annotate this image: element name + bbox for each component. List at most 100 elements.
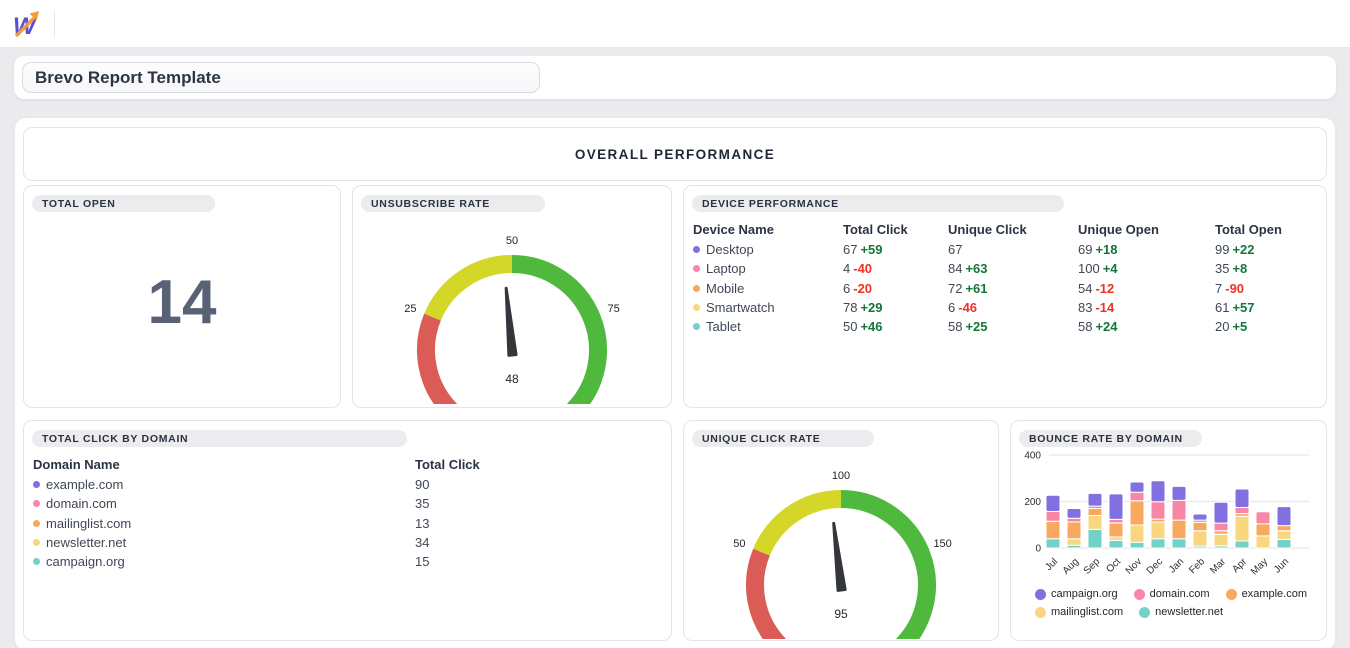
bar-segment xyxy=(1193,522,1207,530)
domain-value-cell: 35 xyxy=(415,496,662,511)
bar-segment xyxy=(1130,501,1144,525)
metric-delta: -20 xyxy=(853,281,872,296)
app-logo[interactable]: W xyxy=(10,7,46,41)
domain-dot-icon xyxy=(33,520,40,527)
device-table-row: Mobile6-2072+6154-127-90 xyxy=(684,279,1326,298)
legend-dot-icon xyxy=(1134,589,1145,600)
domain-name-cell: example.com xyxy=(33,477,415,492)
device-table-row: Desktop67+596769+1899+22 xyxy=(684,240,1326,259)
bar-segment xyxy=(1235,508,1249,514)
metric-value: 58 xyxy=(948,319,962,334)
domain-name: example.com xyxy=(46,477,123,492)
bar-segment xyxy=(1088,529,1102,548)
bar-segment xyxy=(1214,502,1228,523)
y-axis-tick-label: 400 xyxy=(1024,451,1041,462)
report-title-input[interactable]: Brevo Report Template xyxy=(22,62,540,93)
legend-item[interactable]: campaign.org xyxy=(1035,588,1118,600)
device-dot-icon xyxy=(693,265,700,272)
gauge-tick-label: 50 xyxy=(733,538,745,550)
legend-item[interactable]: newsletter.net xyxy=(1139,606,1223,618)
device-metric-cell: 54-12 xyxy=(1078,281,1215,296)
gauge-value-label: 48 xyxy=(505,372,519,386)
bar-segment xyxy=(1256,524,1270,536)
bar-segment xyxy=(1235,489,1249,508)
domain-value-cell: 15 xyxy=(415,554,662,569)
total-open-card-title-pill: TOTAL OPEN xyxy=(32,195,215,212)
domain-name: domain.com xyxy=(46,496,117,511)
bar-segment xyxy=(1214,523,1228,531)
device-metric-cell: 72+61 xyxy=(948,281,1078,296)
section-title: OVERALL PERFORMANCE xyxy=(575,147,775,162)
gauge-tick-label: 25 xyxy=(404,303,416,315)
metric-value: 15 xyxy=(415,554,429,569)
bar-segment xyxy=(1067,539,1081,546)
domain-value-cell: 34 xyxy=(415,535,662,550)
device-metric-cell: 83-14 xyxy=(1078,300,1215,315)
dashboard-container: OVERALL PERFORMANCE TOTAL OPEN 14 UNSUBS… xyxy=(14,117,1336,648)
device-dot-icon xyxy=(693,285,700,292)
device-name-cell: Tablet xyxy=(693,319,843,334)
bar-segment xyxy=(1151,502,1165,519)
y-axis-tick-label: 0 xyxy=(1035,544,1041,555)
x-axis-tick-label: Sep xyxy=(1082,556,1103,577)
metric-delta: +4 xyxy=(1103,261,1118,276)
device-table-row: Tablet50+4658+2558+2420+5 xyxy=(684,317,1326,336)
metric-delta: +63 xyxy=(965,261,987,276)
device-name: Laptop xyxy=(706,261,746,276)
device-name-cell: Mobile xyxy=(693,281,843,296)
bar-segment xyxy=(1130,482,1144,492)
domain-dot-icon xyxy=(33,481,40,488)
bar-segment xyxy=(1214,534,1228,546)
y-axis-tick-label: 200 xyxy=(1024,497,1041,508)
report-title-bar: Brevo Report Template xyxy=(14,56,1336,99)
gauge-segment xyxy=(841,499,927,639)
navbar-divider xyxy=(54,11,55,37)
bar-segment xyxy=(1256,512,1270,524)
legend-item[interactable]: example.com xyxy=(1226,588,1307,600)
metric-value: 13 xyxy=(415,516,429,531)
device-table-row: Smartwatch78+296-4683-1461+57 xyxy=(684,298,1326,317)
x-axis-tick-label: Dec xyxy=(1145,556,1165,576)
bar-segment xyxy=(1088,493,1102,506)
bar-segment xyxy=(1172,486,1186,500)
bar-segment xyxy=(1130,542,1144,548)
domain-table-row: example.com90 xyxy=(24,475,671,494)
total-click-by-domain-card: TOTAL CLICK BY DOMAIN Domain Name Total … xyxy=(23,420,672,641)
metric-value: 69 xyxy=(1078,242,1092,257)
device-dot-icon xyxy=(693,323,700,330)
domain-name: newsletter.net xyxy=(46,535,126,550)
unique-click-rate-card-title: UNIQUE CLICK RATE xyxy=(702,433,820,445)
metric-value: 6 xyxy=(843,281,850,296)
col-total-click: Total Click xyxy=(843,222,948,237)
bar-segment xyxy=(1277,539,1291,548)
device-metric-cell: 99+22 xyxy=(1215,242,1317,257)
total-open-value: 14 xyxy=(24,212,340,407)
legend-item[interactable]: mailinglist.com xyxy=(1035,606,1123,618)
total-open-card-title: TOTAL OPEN xyxy=(42,198,116,210)
device-metric-cell: 50+46 xyxy=(843,319,948,334)
section-header-card: OVERALL PERFORMANCE xyxy=(23,127,1327,181)
metric-delta: +25 xyxy=(965,319,987,334)
device-dot-icon xyxy=(693,246,700,253)
gauge-tick-label: 100 xyxy=(832,470,850,482)
metric-delta: -12 xyxy=(1095,281,1114,296)
device-name: Smartwatch xyxy=(706,300,775,315)
device-name: Desktop xyxy=(706,242,754,257)
x-axis-tick-label: Oct xyxy=(1104,556,1123,575)
legend-item[interactable]: domain.com xyxy=(1134,588,1210,600)
bar-segment xyxy=(1277,526,1291,531)
legend-label: domain.com xyxy=(1150,588,1210,600)
device-table-header: Device Name Total Click Unique Click Uni… xyxy=(684,219,1326,240)
domain-name-cell: campaign.org xyxy=(33,554,415,569)
bar-segment xyxy=(1130,492,1144,501)
metric-value: 35 xyxy=(415,496,429,511)
gauge-tick-label: 50 xyxy=(506,235,518,247)
unsubscribe-rate-card: UNSUBSCRIBE RATE 25507548 xyxy=(352,185,672,408)
x-axis-tick-label: Feb xyxy=(1187,556,1207,576)
bar-segment xyxy=(1046,495,1060,511)
bar-segment xyxy=(1256,536,1270,548)
metric-delta: +22 xyxy=(1232,242,1254,257)
bar-segment xyxy=(1067,508,1081,518)
bar-segment xyxy=(1193,531,1207,546)
unsubscribe-rate-card-title: UNSUBSCRIBE RATE xyxy=(371,198,490,210)
